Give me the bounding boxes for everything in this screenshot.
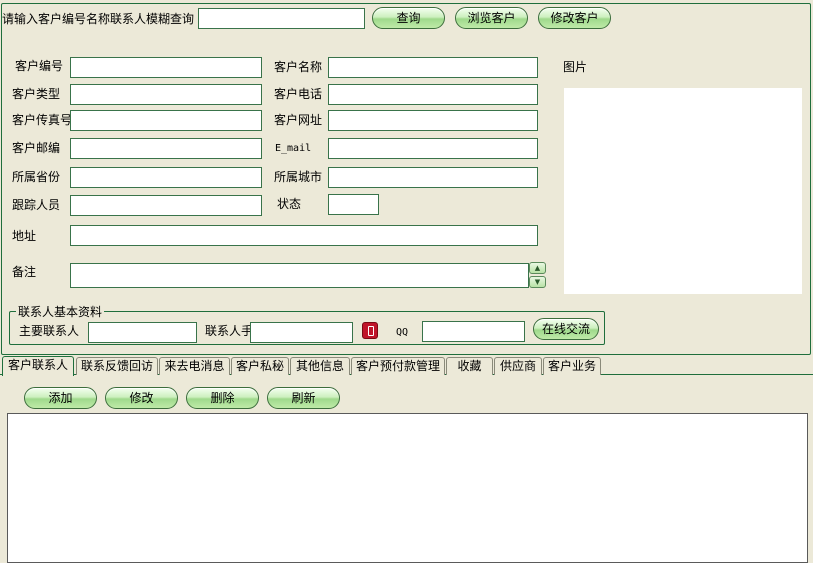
search-input[interactable] [198,8,365,29]
search-label: 请输入客户编号名称联系人模糊查询 [2,12,195,26]
tab-customer-business[interactable]: 客户业务 [543,357,601,375]
contact-mobile-input[interactable] [250,322,353,343]
province-label: 所属省份 [12,170,61,184]
customer-picture-box[interactable] [564,88,802,294]
tab-feedback-visits[interactable]: 联系反馈回访 [76,357,158,375]
customer-fax-label: 客户传真号 [12,113,73,127]
qq-label: QQ [396,327,409,338]
customer-phone-input[interactable] [328,84,538,105]
city-input[interactable] [328,167,538,188]
status-label: 状态 [277,197,302,211]
main-contact-label: 主要联系人 [19,324,80,338]
remark-scrollbar[interactable]: ▲ ▼ [529,262,546,288]
picture-label: 图片 [563,60,588,74]
customer-name-label: 客户名称 [274,60,323,74]
refresh-button[interactable]: 刷新 [267,387,340,409]
tab-favorites[interactable]: 收藏 [446,357,493,375]
tab-customer-contacts[interactable]: 客户联系人 [2,356,74,376]
address-label: 地址 [12,229,37,243]
customer-phone-label: 客户电话 [274,87,323,101]
tab-bar: 客户联系人 联系反馈回访 来去电消息 客户私秘 其他信息 客户预付款管理 收藏 … [0,356,813,376]
customer-postcode-label: 客户邮编 [12,141,61,155]
remark-label: 备注 [12,265,37,279]
customer-name-input[interactable] [328,57,538,78]
tab-other-info[interactable]: 其他信息 [290,357,350,375]
province-input[interactable] [70,167,262,188]
tracker-label: 跟踪人员 [12,198,61,212]
contact-group-title: 联系人基本资料 [16,305,105,319]
customer-id-input[interactable] [70,57,262,78]
scroll-up-icon[interactable]: ▲ [529,262,546,274]
customer-type-input[interactable] [70,84,262,105]
qq-input[interactable] [422,321,525,342]
browse-customers-button[interactable]: 浏览客户 [455,7,528,29]
remark-input[interactable] [70,263,529,288]
scroll-down-icon[interactable]: ▼ [529,276,546,288]
tab-customer-private[interactable]: 客户私秘 [231,357,289,375]
query-button[interactable]: 查询 [372,7,445,29]
phone-icon[interactable] [362,322,378,339]
customer-website-input[interactable] [328,110,538,131]
edit-button[interactable]: 修改 [105,387,178,409]
main-contact-input[interactable] [88,322,197,343]
customer-fax-input[interactable] [70,110,262,131]
contact-mobile-label: 联系人手 [205,324,254,338]
customer-type-label: 客户类型 [12,87,61,101]
modify-customer-button[interactable]: 修改客户 [538,7,611,29]
customer-id-label: 客户编号 [15,59,64,73]
email-label: E_mail [275,143,312,154]
address-input[interactable] [70,225,538,246]
contacts-list[interactable] [7,413,808,563]
status-input[interactable] [328,194,379,215]
city-label: 所属城市 [274,170,323,184]
online-chat-button[interactable]: 在线交流 [533,318,599,340]
tab-suppliers[interactable]: 供应商 [494,357,542,375]
tracker-input[interactable] [70,195,262,216]
customer-postcode-input[interactable] [70,138,262,159]
email-input[interactable] [328,138,538,159]
add-button[interactable]: 添加 [24,387,97,409]
tab-call-messages[interactable]: 来去电消息 [159,357,230,375]
customer-website-label: 客户网址 [274,113,323,127]
delete-button[interactable]: 删除 [186,387,259,409]
tab-prepayment[interactable]: 客户预付款管理 [351,357,445,375]
